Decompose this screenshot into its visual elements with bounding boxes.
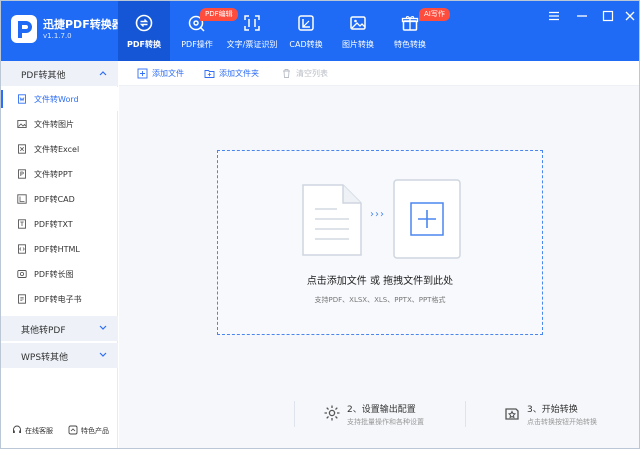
chevron-down-icon [99,352,107,357]
chevron-down-icon [99,325,107,330]
step-start-convert[interactable]: 3、开始转换 点击转换按钮开始转换 [503,400,623,430]
app-logo-icon [11,15,37,43]
sidebar-item-file-to-ppt[interactable]: 文件转PPT [1,162,118,186]
settings-gear-icon [324,405,340,421]
category-pdf-to-other[interactable]: PDF转其他 [1,61,118,86]
ebook-icon [18,294,26,304]
category-label: WPS转其他 [21,353,69,363]
sidebar-item-label: 文件转PPT [34,170,73,179]
sidebar-item-label: 文件转图片 [34,120,74,129]
sidebar-item-label: PDF转长图 [34,270,74,279]
step-subtitle: 点击转换按钮开始转换 [527,418,597,426]
long-image-icon [17,270,27,278]
nav-label: 文字/票证识别 [226,40,278,49]
sidebar-item-file-to-image[interactable]: 文件转图片 [1,112,118,136]
sidebar-item-label: PDF转HTML [34,245,80,254]
step-output-settings[interactable]: 2、设置输出配置 支持批量操作和各种设置 [323,400,463,430]
nav-label: PDF操作 [181,40,213,49]
file-drop-zone[interactable]: ››› 点击添加文件 或 拖拽文件到此处 支持PDF、XLSX、XLS、PPTX… [217,150,543,335]
step-title: 3、开始转换 [527,405,578,415]
app-window: 迅捷PDF转换器 v1.1.7.0 PDF转换 PDF操作 PDF编辑 文字/票… [0,0,640,449]
nav-label: PDF转换 [127,40,161,49]
sidebar-item-label: 文件转Word [34,95,79,104]
maximize-icon[interactable] [601,9,615,23]
minimize-icon[interactable] [575,9,589,23]
toolbar: 添加文件 添加文件夹 清空列表 [119,61,639,86]
sidebar-item-pdf-to-ebook[interactable]: PDF转电子书 [1,287,118,311]
products-icon [68,425,78,435]
ppt-icon [18,169,26,179]
category-wps-to-other[interactable]: WPS转其他 [1,343,118,368]
menu-icon[interactable] [547,9,561,23]
sidebar-item-label: PDF转CAD [34,195,75,204]
category-other-to-pdf[interactable]: 其他转PDF [1,316,118,341]
txt-icon [18,219,26,229]
sidebar-item-label: 文件转Excel [34,145,80,154]
sidebar-item-pdf-to-cad[interactable]: PDF转CAD [1,187,118,211]
excel-icon [18,144,26,154]
close-icon[interactable] [623,9,637,23]
add-folder-icon [204,70,215,78]
main-area: ››› 点击添加文件 或 拖拽文件到此处 支持PDF、XLSX、XLS、PPTX… [119,86,639,448]
active-indicator [1,90,3,108]
clear-list-label: 清空列表 [296,69,328,78]
sidebar-item-pdf-to-txt[interactable]: PDF转TXT [1,212,118,236]
app-name: 迅捷PDF转换器 [43,18,123,31]
sidebar-item-file-to-word[interactable]: 文件转Word [1,87,118,111]
start-convert-icon [505,408,519,420]
nav-label: 特色转换 [394,40,426,49]
sidebar-item-pdf-to-long-image[interactable]: PDF转长图 [1,262,118,286]
dropzone-title: 点击添加文件 或 拖拽文件到此处 [306,276,454,287]
dropzone-subtitle: 支持PDF、XLSX、XLS、PPTX、PPT格式 [314,296,446,304]
html-icon [18,244,26,254]
nav-pdf-convert[interactable]: PDF转换 [118,1,170,61]
add-file-label: 添加文件 [152,69,184,78]
document-illustration-icon [302,184,362,256]
word-icon [18,94,26,104]
online-service-label: 在线客服 [25,427,53,435]
chevron-up-icon [99,71,107,76]
sidebar: PDF转其他 文件转Word 文件转图片 文件转Excel 文件转PPT PDF… [1,61,118,448]
image-file-icon [17,120,27,128]
step-divider [465,401,466,427]
nav-cad[interactable]: CAD转换 [285,1,327,61]
sidebar-item-label: PDF转TXT [34,220,73,229]
step-subtitle: 支持批量操作和各种设置 [347,418,424,426]
arrows-icon: ››› [370,209,385,220]
headset-icon [13,425,21,433]
category-label: PDF转其他 [21,71,66,81]
ocr-scan-icon [244,15,260,31]
sidebar-item-pdf-to-html[interactable]: PDF转HTML [1,237,118,261]
step-title: 2、设置输出配置 [347,405,416,415]
category-label: 其他转PDF [21,326,66,336]
trash-icon [283,69,290,78]
nav-label: CAD转换 [289,40,323,49]
image-icon [350,16,366,30]
convert-icon [135,14,153,32]
gift-icon [401,16,419,31]
sidebar-item-file-to-excel[interactable]: 文件转Excel [1,137,118,161]
add-file-icon [137,68,148,79]
featured-products-label: 特色产品 [81,427,109,435]
sidebar-item-label: PDF转电子书 [34,295,82,304]
cad-icon [298,15,314,31]
step-divider [294,401,295,427]
nav-label: 图片转换 [342,40,374,49]
app-version: v1.1.7.0 [43,32,72,40]
add-file-plus-icon[interactable] [393,179,461,259]
add-folder-label: 添加文件夹 [219,69,259,78]
cad-file-icon [17,194,27,204]
title-bar: 迅捷PDF转换器 v1.1.7.0 PDF转换 PDF操作 PDF编辑 文字/票… [1,1,639,61]
ai-writing-badge: AI写作 [419,8,450,21]
nav-ocr[interactable]: 文字/票证识别 [223,1,281,61]
nav-image[interactable]: 图片转换 [337,1,379,61]
